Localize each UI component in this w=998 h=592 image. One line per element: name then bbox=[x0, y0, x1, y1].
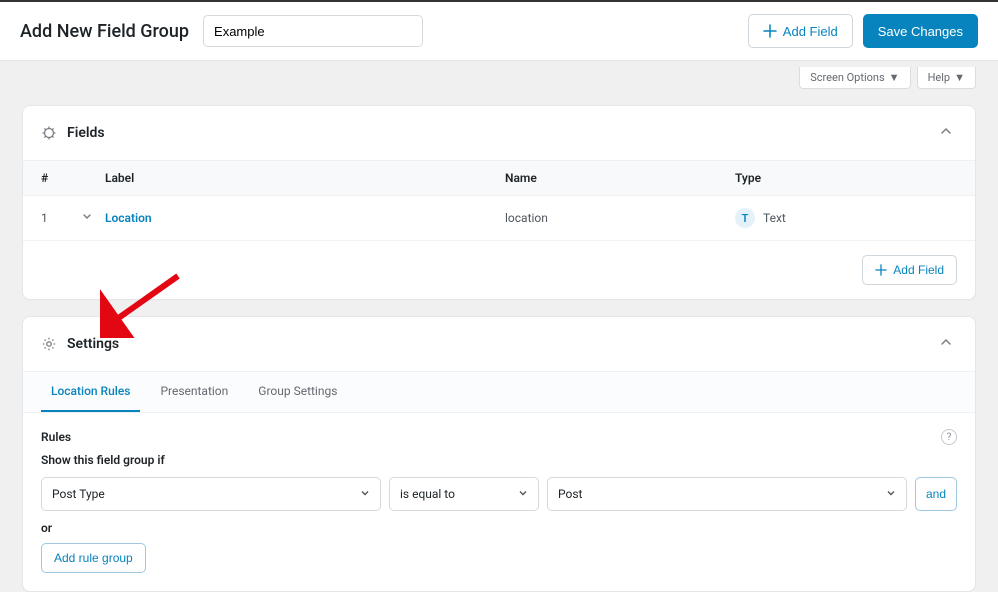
fields-panel-head: Fields bbox=[23, 106, 975, 160]
chevron-down-icon bbox=[518, 487, 528, 501]
rule-operator-select[interactable]: is equal to bbox=[389, 477, 539, 511]
caret-down-icon: ▼ bbox=[954, 71, 965, 84]
settings-panel-title: Settings bbox=[67, 336, 119, 352]
header-left: Add New Field Group bbox=[20, 15, 423, 47]
collapse-fields-button[interactable] bbox=[935, 120, 957, 146]
chevron-down-icon bbox=[360, 487, 370, 501]
header-bar: Add New Field Group Add Field Save Chang… bbox=[0, 0, 998, 61]
col-header-type: Type bbox=[735, 171, 957, 185]
add-field-button-top[interactable]: Add Field bbox=[748, 14, 853, 48]
tab-group-settings[interactable]: Group Settings bbox=[248, 372, 347, 412]
settings-panel: Settings Location Rules Presentation Gro… bbox=[22, 316, 976, 592]
save-changes-button[interactable]: Save Changes bbox=[863, 14, 978, 48]
rule-value-select[interactable]: Post bbox=[547, 477, 907, 511]
fields-panel-title: Fields bbox=[67, 125, 105, 141]
rules-section: Rules ? Show this field group if Post Ty… bbox=[23, 413, 975, 591]
tab-presentation[interactable]: Presentation bbox=[150, 372, 238, 412]
field-row-num: 1 bbox=[41, 211, 81, 225]
fields-panel: Fields # Label Name Type 1 Location loca… bbox=[22, 105, 976, 300]
field-row[interactable]: 1 Location location T Text bbox=[23, 196, 975, 241]
field-label-link[interactable]: Location bbox=[105, 211, 152, 225]
rules-help-button[interactable]: ? bbox=[941, 429, 957, 445]
help-tab[interactable]: Help ▼ bbox=[917, 67, 976, 89]
field-type-cell: T Text bbox=[735, 208, 786, 228]
screen-options-label: Screen Options bbox=[810, 71, 884, 84]
text-type-icon: T bbox=[735, 208, 755, 228]
col-header-name: Name bbox=[505, 171, 735, 185]
plus-icon bbox=[763, 24, 777, 38]
chevron-down-icon bbox=[886, 487, 896, 501]
expand-field-button[interactable] bbox=[81, 211, 105, 226]
rule-param-select[interactable]: Post Type bbox=[41, 477, 381, 511]
col-header-num: # bbox=[41, 171, 81, 185]
and-rule-button[interactable]: and bbox=[915, 477, 957, 511]
or-label: or bbox=[41, 521, 957, 535]
page-title: Add New Field Group bbox=[20, 21, 189, 42]
field-name-text: location bbox=[505, 211, 548, 225]
col-header-label: Label bbox=[105, 171, 505, 185]
and-label: and bbox=[926, 487, 946, 501]
caret-down-icon: ▼ bbox=[889, 71, 900, 84]
plus-icon bbox=[875, 264, 887, 276]
rules-subheading: Show this field group if bbox=[41, 453, 957, 467]
fields-icon bbox=[41, 125, 57, 141]
collapse-settings-button[interactable] bbox=[935, 331, 957, 357]
save-changes-label: Save Changes bbox=[878, 24, 963, 39]
screen-options-tab[interactable]: Screen Options ▼ bbox=[799, 67, 910, 89]
settings-panel-head: Settings bbox=[23, 317, 975, 371]
add-rule-group-button[interactable]: Add rule group bbox=[41, 543, 146, 573]
screen-tabs: Screen Options ▼ Help ▼ bbox=[0, 61, 998, 89]
group-title-input[interactable] bbox=[203, 15, 423, 47]
field-type-text: Text bbox=[763, 211, 786, 225]
tab-location-rules[interactable]: Location Rules bbox=[41, 372, 140, 412]
settings-icon bbox=[41, 336, 57, 352]
add-field-label: Add Field bbox=[893, 263, 944, 277]
add-field-label: Add Field bbox=[783, 24, 838, 39]
fields-columns-header: # Label Name Type bbox=[23, 160, 975, 196]
rule-value-value: Post bbox=[558, 487, 582, 501]
rule-operator-value: is equal to bbox=[400, 487, 455, 501]
help-label: Help bbox=[928, 71, 951, 84]
add-rule-group-label: Add rule group bbox=[54, 551, 133, 565]
header-actions: Add Field Save Changes bbox=[748, 14, 978, 48]
rule-param-value: Post Type bbox=[52, 487, 105, 501]
rule-row: Post Type is equal to Post and bbox=[41, 477, 957, 511]
settings-tabs: Location Rules Presentation Group Settin… bbox=[23, 371, 975, 413]
add-field-button-bottom[interactable]: Add Field bbox=[862, 255, 957, 285]
fields-panel-foot: Add Field bbox=[23, 241, 975, 299]
rules-heading: Rules bbox=[41, 430, 71, 444]
